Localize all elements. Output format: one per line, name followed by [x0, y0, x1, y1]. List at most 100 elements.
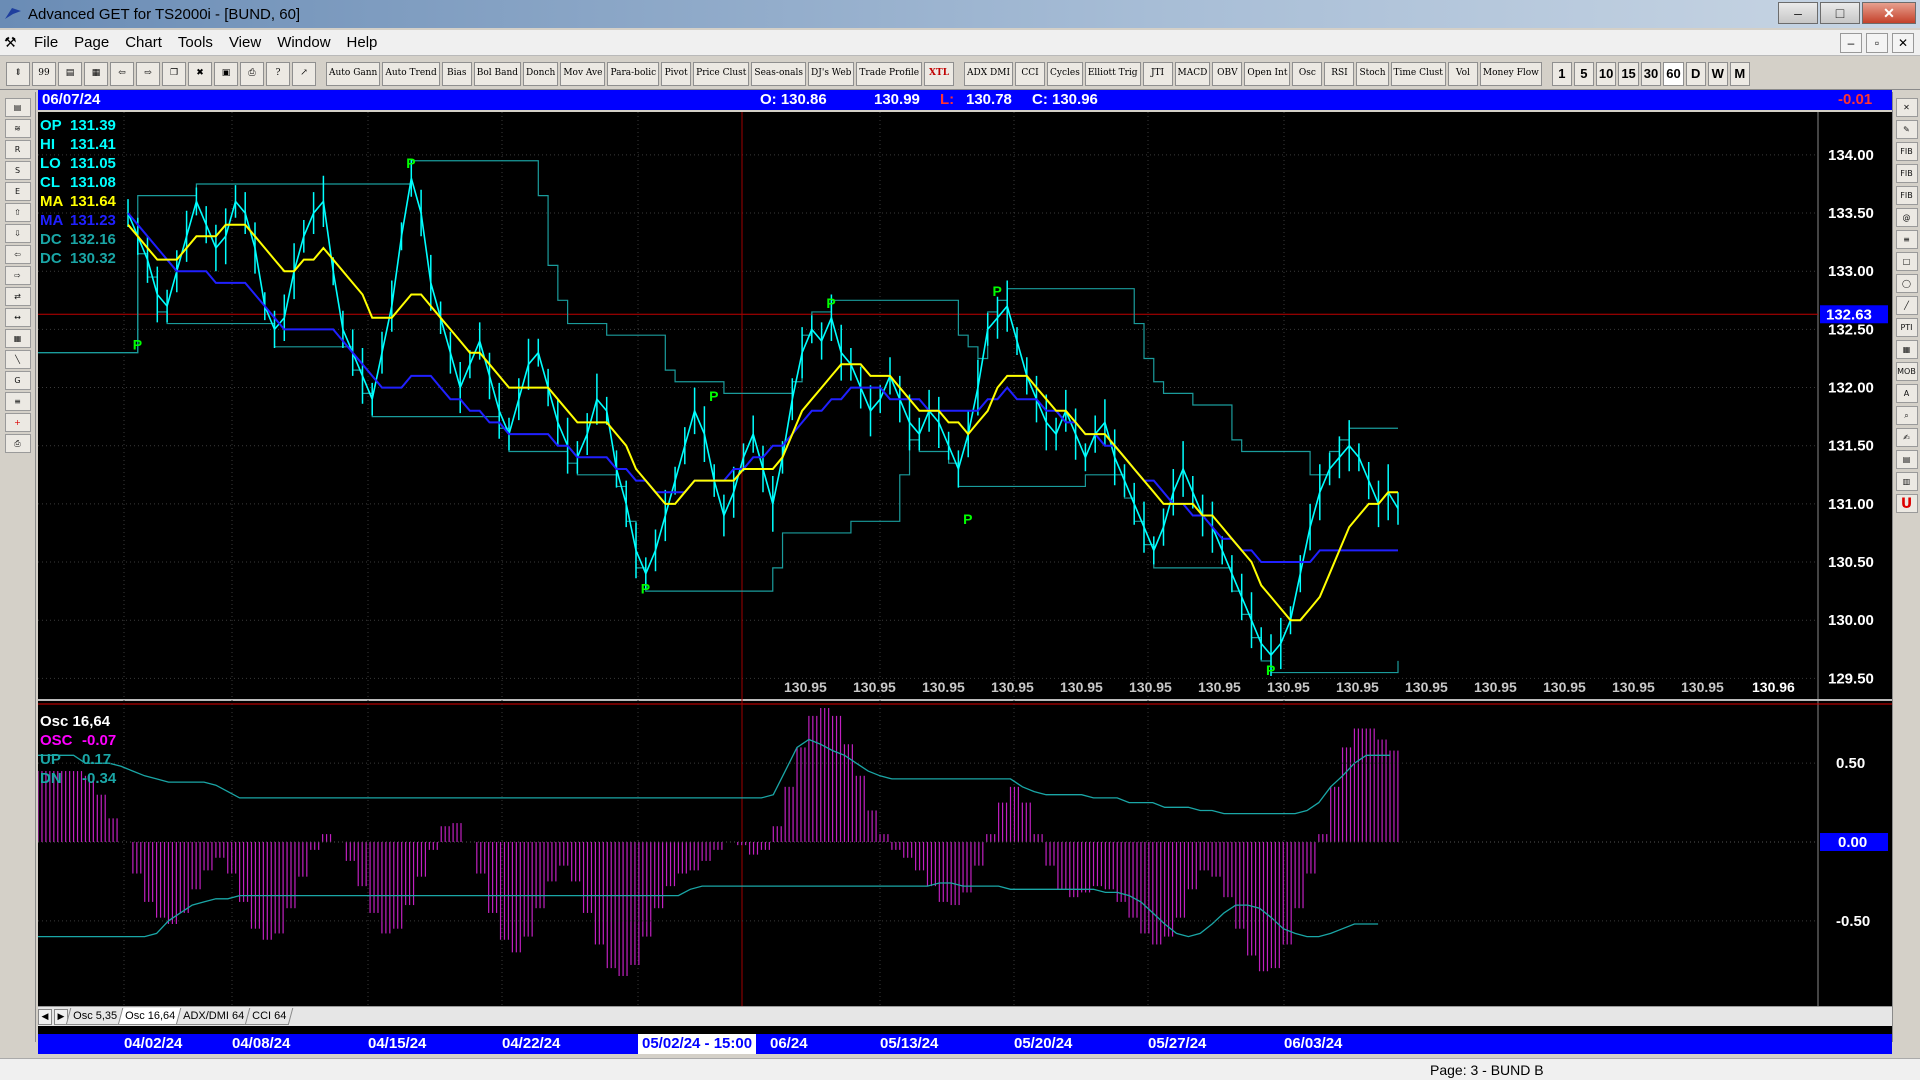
study-button-rsi[interactable]: RSI — [1324, 61, 1355, 86]
study-button-osc[interactable]: Osc — [1292, 61, 1323, 86]
open-icon[interactable]: ▦ — [84, 61, 108, 86]
study-button-para-bolic[interactable]: Para-bolic — [607, 61, 660, 86]
study-button-time-clust[interactable]: Time Clust — [1390, 61, 1446, 86]
study-button-bias[interactable]: Bias — [441, 61, 472, 86]
study-button-vol[interactable]: Vol — [1447, 61, 1478, 86]
menu-window[interactable]: Window — [269, 34, 338, 51]
mdi-minimize-button[interactable]: ‒ — [1840, 33, 1862, 53]
tool-spiral-icon[interactable]: @ — [1895, 208, 1918, 227]
new-icon[interactable]: ▤ — [58, 61, 82, 86]
tool-fan-icon[interactable]: ≡ — [1895, 230, 1918, 249]
study-icon[interactable]: S — [4, 161, 31, 180]
copy-icon[interactable]: ❐ — [162, 61, 186, 86]
tool-layout-icon[interactable]: ▤ — [1895, 450, 1918, 469]
quote-icon[interactable]: 99 — [32, 61, 56, 86]
tool-box-icon[interactable]: □ — [1895, 252, 1918, 271]
menu-tools[interactable]: Tools — [170, 34, 221, 51]
tool-a-icon[interactable]: A — [1895, 384, 1918, 403]
cursor-help-icon[interactable]: ↗ — [292, 61, 316, 86]
study-button-cycles[interactable]: Cycles — [1047, 61, 1083, 86]
print-icon[interactable]: ⎙ — [4, 434, 31, 453]
right-icon[interactable]: ⇨ — [4, 266, 31, 285]
pin-icon[interactable]: ⇕ — [6, 61, 30, 86]
study-button-price-clust[interactable]: Price Clust — [693, 61, 750, 86]
tool-regress-icon[interactable]: ╱ — [1895, 296, 1918, 315]
menu-file[interactable]: File — [26, 34, 66, 51]
tool-paint-icon[interactable]: ✍ — [1895, 428, 1918, 447]
tool-u-icon[interactable]: U — [1895, 494, 1918, 513]
back-icon[interactable]: ⇦ — [110, 61, 134, 86]
mdi-restore-button[interactable]: ▫ — [1866, 33, 1888, 53]
cross-icon[interactable]: + — [4, 413, 31, 432]
period-button-d[interactable]: D — [1685, 61, 1706, 86]
tab-adx-dmi-64[interactable]: ADX/DMI 64 — [175, 1008, 252, 1025]
menu-chart[interactable]: Chart — [117, 34, 170, 51]
tool-pen-icon[interactable]: ✎ — [1895, 120, 1918, 139]
down-icon[interactable]: ⇩ — [4, 224, 31, 243]
study-button-obv[interactable]: OBV — [1212, 61, 1243, 86]
open-icon[interactable]: ▤ — [4, 98, 31, 117]
tool-mob-icon[interactable]: MOB — [1895, 362, 1918, 381]
tool-table-icon[interactable]: ▥ — [1895, 472, 1918, 491]
tab-osc-16-64[interactable]: Osc 16,64 — [117, 1008, 183, 1025]
study-button-pivot[interactable]: Pivot — [661, 61, 692, 86]
mdi-close-button[interactable]: ✕ — [1892, 33, 1914, 53]
gann-icon[interactable]: G — [4, 371, 31, 390]
tool-fib-time-icon[interactable]: FIB — [1895, 186, 1918, 205]
study-button-auto-gann[interactable]: Auto Gann — [326, 61, 381, 86]
tool-fib-ext-icon[interactable]: FIB — [1895, 164, 1918, 183]
mdi-doc-icon[interactable]: ⚒ — [4, 34, 26, 51]
grid-icon[interactable]: ▦ — [4, 329, 31, 348]
period-button-5[interactable]: 5 — [1573, 61, 1594, 86]
study-button-seas-onals[interactable]: Seas-onals — [751, 61, 807, 86]
tab-prev-icon[interactable]: ◀ — [38, 1008, 52, 1025]
study-button-donch[interactable]: Donch — [523, 61, 559, 86]
study-button-mov-ave[interactable]: Mov Ave — [560, 61, 606, 86]
tool-grid-icon[interactable]: ▦ — [1895, 340, 1918, 359]
print-icon[interactable]: ⎙ — [240, 61, 264, 86]
study-button-trade-profile[interactable]: Trade Profile — [856, 61, 923, 86]
study-button-dj-s-web[interactable]: DJ's Web — [808, 61, 855, 86]
up-icon[interactable]: ⇧ — [4, 203, 31, 222]
tool-fib-ret-icon[interactable]: FIB — [1895, 142, 1918, 161]
study-button-bol-band[interactable]: Bol Band — [473, 61, 522, 86]
period-button-m[interactable]: M — [1729, 61, 1750, 86]
period-button-15[interactable]: 15 — [1618, 61, 1639, 86]
tab-cci-64[interactable]: CCI 64 — [245, 1008, 294, 1025]
tab-osc-5-35[interactable]: Osc 5,35 — [65, 1008, 125, 1025]
menu-page[interactable]: Page — [66, 34, 117, 51]
tool-pti-icon[interactable]: PTI — [1895, 318, 1918, 337]
delete-icon[interactable]: ✖ — [188, 61, 212, 86]
study-button-xtl[interactable]: XTL — [924, 61, 955, 86]
layout-icon[interactable]: ▣ — [214, 61, 238, 86]
study-button-jti[interactable]: JTI — [1142, 61, 1173, 86]
tool-ellipse-icon[interactable]: ◯ — [1895, 274, 1918, 293]
period-button-10[interactable]: 10 — [1595, 61, 1617, 86]
study-button-macd[interactable]: MACD — [1174, 61, 1211, 86]
help-icon[interactable]: ? — [266, 61, 290, 86]
study-button-open-int[interactable]: Open Int — [1244, 61, 1291, 86]
minimize-button[interactable]: ‒ — [1778, 2, 1818, 24]
chart-area[interactable]: 134.00 133.50 133.00 132.50 132.00 131.50 131.… — [38, 112, 1892, 1036]
chart-svg[interactable]: 134.00 133.50 133.00 132.50 132.00 131.50 131.… — [38, 112, 1892, 1006]
tool-zoom-icon[interactable]: ⌕ — [1895, 406, 1918, 425]
study-button-auto-trend[interactable]: Auto Trend — [382, 61, 440, 86]
study-button-money-flow[interactable]: Money Flow — [1479, 61, 1542, 86]
menu-view[interactable]: View — [221, 34, 269, 51]
study-button-elliott-trig[interactable]: Elliott Trig — [1084, 61, 1141, 86]
period-button-w[interactable]: W — [1707, 61, 1728, 86]
period-button-60[interactable]: 60 — [1663, 61, 1684, 86]
forward-icon[interactable]: ⇨ — [136, 61, 160, 86]
close-button[interactable]: ✕ — [1862, 2, 1916, 24]
left-icon[interactable]: ⇦ — [4, 245, 31, 264]
lines-icon[interactable]: ╲ — [4, 350, 31, 369]
expand-icon[interactable]: ⇄ — [4, 287, 31, 306]
study-button-adx-dmi[interactable]: ADX DMI — [964, 61, 1014, 86]
study-button-cci[interactable]: CCI — [1015, 61, 1046, 86]
period-button-30[interactable]: 30 — [1640, 61, 1662, 86]
fib-icon[interactable]: ≡ — [4, 392, 31, 411]
period-button-1[interactable]: 1 — [1551, 61, 1572, 86]
zig-icon[interactable]: ≋ — [4, 119, 31, 138]
study-button-stoch[interactable]: Stoch — [1356, 61, 1389, 86]
tool-x-icon[interactable]: ✕ — [1895, 98, 1918, 117]
